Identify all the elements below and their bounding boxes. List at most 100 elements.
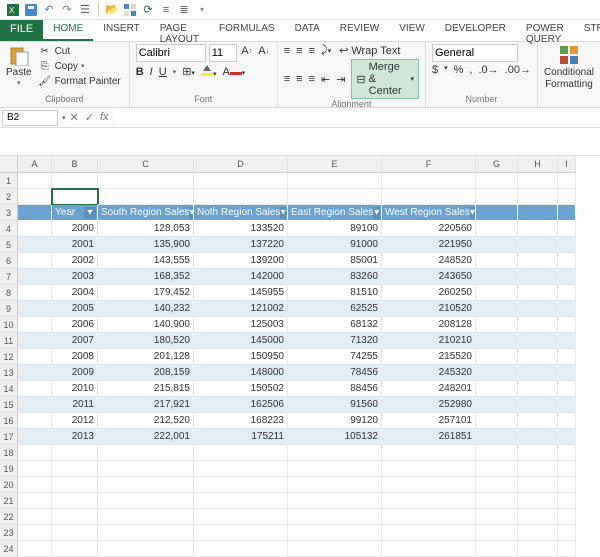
decrease-font-icon[interactable]: A↓ [257, 44, 271, 58]
cell[interactable]: 99120 [288, 413, 382, 429]
cell[interactable] [558, 333, 576, 349]
cell[interactable]: 139200 [194, 253, 288, 269]
cell[interactable] [52, 541, 98, 557]
underline-button[interactable]: U [159, 66, 167, 78]
cell[interactable] [52, 493, 98, 509]
cell[interactable]: 162506 [194, 397, 288, 413]
cell[interactable] [288, 445, 382, 461]
cell[interactable] [518, 365, 558, 381]
cell[interactable] [558, 525, 576, 541]
cell[interactable] [98, 461, 194, 477]
cell[interactable]: 210520 [382, 301, 476, 317]
cell[interactable] [518, 525, 558, 541]
cell[interactable] [18, 285, 52, 301]
align-right-icon[interactable]: ≡ [309, 73, 315, 85]
cell[interactable] [194, 189, 288, 205]
cell[interactable] [194, 541, 288, 557]
border-button[interactable]: ⊞▾ [182, 65, 195, 78]
table-header[interactable]: South Region Sales▾ [98, 205, 194, 221]
cell[interactable]: 2003 [52, 269, 98, 285]
cell[interactable] [476, 541, 518, 557]
paste-button[interactable]: Paste ▾ [6, 44, 32, 87]
copy-button[interactable]: ⎘Copy▾ [36, 59, 123, 73]
filter-dropdown-icon[interactable]: ▾ [373, 207, 380, 219]
cell[interactable] [52, 525, 98, 541]
cell[interactable] [18, 301, 52, 317]
cell[interactable]: 2012 [52, 413, 98, 429]
col-header-E[interactable]: E [288, 156, 382, 173]
format-painter-button[interactable]: 🖌Format Painter [36, 74, 123, 88]
cell[interactable] [558, 381, 576, 397]
align-top-icon[interactable]: ≡ [284, 45, 290, 57]
cell[interactable]: 128,053 [98, 221, 194, 237]
pivot-icon[interactable] [123, 3, 137, 17]
cell[interactable] [382, 541, 476, 557]
row-header[interactable]: 20 [0, 477, 18, 493]
row-header[interactable]: 8 [0, 285, 18, 301]
row-header[interactable]: 10 [0, 317, 18, 333]
cell[interactable] [518, 221, 558, 237]
cell[interactable]: 2008 [52, 349, 98, 365]
cell[interactable] [18, 429, 52, 445]
italic-button[interactable]: I [150, 66, 153, 78]
cell[interactable] [476, 381, 518, 397]
cell[interactable] [518, 253, 558, 269]
align-middle-icon[interactable]: ≡ [296, 45, 302, 57]
font-color-button[interactable]: A▾ [222, 66, 245, 78]
cell[interactable]: 83260 [288, 269, 382, 285]
cell[interactable]: 2006 [52, 317, 98, 333]
row-header[interactable]: 12 [0, 349, 18, 365]
cell[interactable]: 105132 [288, 429, 382, 445]
table-header[interactable]: Year▾ [52, 205, 98, 221]
cell[interactable] [518, 189, 558, 205]
cell[interactable] [558, 237, 576, 253]
cell[interactable] [518, 445, 558, 461]
cell[interactable] [558, 365, 576, 381]
cell[interactable] [476, 301, 518, 317]
tab-data[interactable]: DATA [285, 20, 330, 41]
cell[interactable]: 2009 [52, 365, 98, 381]
cell[interactable]: 257101 [382, 413, 476, 429]
cell[interactable]: 62525 [288, 301, 382, 317]
cell[interactable] [194, 493, 288, 509]
cell[interactable] [518, 269, 558, 285]
cell[interactable]: 143,555 [98, 253, 194, 269]
cell[interactable] [288, 525, 382, 541]
cell[interactable] [476, 173, 518, 189]
decrease-decimal-icon[interactable]: .00→ [505, 64, 531, 76]
comma-button[interactable]: , [469, 64, 472, 76]
cell[interactable]: 140,900 [98, 317, 194, 333]
cell[interactable] [18, 477, 52, 493]
table-header[interactable]: Noth Region Sales▾ [194, 205, 288, 221]
cell[interactable] [558, 173, 576, 189]
cell[interactable] [558, 429, 576, 445]
fill-color-button[interactable]: ▾ [201, 64, 217, 79]
cell[interactable] [476, 269, 518, 285]
cell[interactable] [18, 205, 52, 221]
cell[interactable] [18, 269, 52, 285]
cell[interactable] [558, 541, 576, 557]
cell[interactable]: 179,452 [98, 285, 194, 301]
cell[interactable] [18, 509, 52, 525]
percent-button[interactable]: % [454, 64, 464, 76]
list2-icon[interactable]: ≣ [177, 3, 191, 17]
cell[interactable] [18, 461, 52, 477]
number-format-select[interactable] [432, 44, 518, 62]
cell[interactable] [476, 493, 518, 509]
cell[interactable] [18, 525, 52, 541]
cell[interactable] [18, 221, 52, 237]
fx-icon[interactable]: fx [100, 111, 109, 124]
cell[interactable] [518, 493, 558, 509]
cell[interactable] [18, 397, 52, 413]
row-header[interactable]: 6 [0, 253, 18, 269]
cell[interactable] [288, 509, 382, 525]
row-header[interactable]: 18 [0, 445, 18, 461]
cell[interactable] [52, 445, 98, 461]
cell[interactable] [288, 173, 382, 189]
redo-icon[interactable]: ↷ [60, 3, 74, 17]
conditional-formatting-button[interactable]: Conditional Formatting [544, 44, 594, 90]
cell[interactable] [518, 509, 558, 525]
cell[interactable]: 91560 [288, 397, 382, 413]
cell[interactable]: 260250 [382, 285, 476, 301]
cell[interactable]: 208128 [382, 317, 476, 333]
